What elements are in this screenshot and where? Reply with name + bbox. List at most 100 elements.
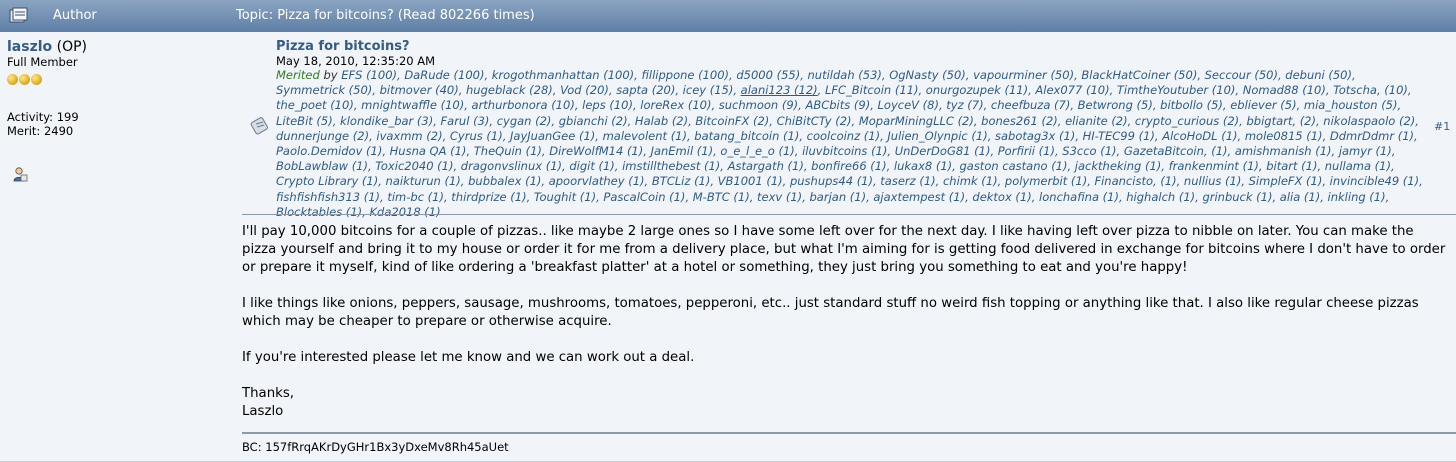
merit-user-link[interactable]: leps (10) (582, 98, 633, 112)
merit-user-link[interactable]: BTCLiz (1) (652, 174, 711, 188)
merit-user-link[interactable]: LoyceV (8) (878, 98, 939, 112)
merit-user-link[interactable]: Halab (2) (635, 114, 688, 128)
merit-user-link[interactable]: GazetaBitcoin (1124, 144, 1204, 158)
merit-user-link[interactable]: SimpleFX (1) (1249, 174, 1323, 188)
merit-user-link[interactable]: elianite (2) (1065, 114, 1128, 128)
merit-user-link[interactable]: DdmrDdmr (1) (1330, 129, 1414, 143)
merit-user-link[interactable]: lukax8 (1) (894, 159, 952, 173)
merit-user-link[interactable]: arthurbonora (10) (472, 98, 575, 112)
merit-user-link[interactable]: grinbuck (1) (1202, 190, 1272, 204)
merit-user-link[interactable]: cheefbuza (7) (991, 98, 1070, 112)
merit-user-link[interactable]: EFS (100) (341, 68, 397, 82)
merit-user-link[interactable]: nikolaspaolo (2) (1323, 114, 1415, 128)
merit-user-link[interactable]: (2) (1300, 114, 1316, 128)
merit-user-link[interactable]: invincible49 (1) (1330, 174, 1419, 188)
merit-user-link[interactable]: ajaxtempest (1) (873, 190, 965, 204)
merit-user-link[interactable]: bitbollo (5) (1160, 98, 1223, 112)
user-profile-icon[interactable] (12, 166, 28, 182)
merit-user-link[interactable]: LiteBit (5) (276, 114, 333, 128)
merit-user-link[interactable]: suchmoon (9) (719, 98, 798, 112)
merit-user-link[interactable]: Porfirii (1) (998, 144, 1055, 158)
merit-user-link[interactable]: dragonvslinux (1) (461, 159, 562, 173)
merit-user-link[interactable]: iluvbitcoins (1) (802, 144, 887, 158)
merit-user-link[interactable]: AlcoHoDL (1) (1162, 129, 1237, 143)
merit-user-link[interactable]: naikturun (1) (386, 174, 461, 188)
merit-user-link[interactable]: TheQuin (1) (474, 144, 542, 158)
merit-user-link[interactable]: the_poet (10) (276, 98, 354, 112)
merit-user-link[interactable]: alani123 (12) (741, 83, 818, 97)
merit-user-link[interactable]: mia_houston (5) (1304, 98, 1398, 112)
merit-user-link[interactable]: Alex077 (10) (1035, 83, 1109, 97)
merit-user-link[interactable]: polymerbit (1) (1005, 174, 1087, 188)
merit-user-link[interactable]: LFC_Bitcoin (11) (825, 83, 919, 97)
merit-user-link[interactable]: fillippone (100) (641, 68, 729, 82)
merit-user-link[interactable]: bitmover (40) (380, 83, 459, 97)
merit-user-link[interactable]: JayJuanGee (1) (510, 129, 595, 143)
poster-name-link[interactable]: laszlo (7, 39, 52, 55)
merit-user-link[interactable]: loreRex (10) (640, 98, 711, 112)
merit-user-link[interactable]: sapta (20) (616, 83, 675, 97)
merit-user-link[interactable]: JanEmil (1) (651, 144, 714, 158)
merit-user-link[interactable]: klondike_bar (3) (340, 114, 433, 128)
merit-user-link[interactable]: DaRude (100) (404, 68, 484, 82)
merit-user-link[interactable]: Financisto (1095, 174, 1154, 188)
merit-user-link[interactable]: BobLawblaw (1) (276, 159, 368, 173)
merit-user-link[interactable]: digit (1) (569, 159, 614, 173)
post-number-link[interactable]: #1 (1434, 120, 1450, 133)
merit-user-link[interactable]: dunnerjunge (2) (276, 129, 369, 143)
merit-user-link[interactable]: crypto_curious (2) (1135, 114, 1239, 128)
merit-user-link[interactable]: PascalCoin (1) (603, 190, 685, 204)
merit-user-link[interactable]: VB1001 (1) (718, 174, 783, 188)
merit-user-link[interactable]: ABCbits (9) (805, 98, 870, 112)
merit-user-link[interactable]: pushups44 (1) (790, 174, 873, 188)
merit-user-link[interactable]: ebliever (5) (1230, 98, 1296, 112)
post-title[interactable]: Pizza for bitcoins? (276, 39, 410, 54)
merit-user-link[interactable]: S3cco (1) (1062, 144, 1116, 158)
merit-user-link[interactable]: bitart (1) (1266, 159, 1317, 173)
merit-user-link[interactable]: bbigtart (1246, 114, 1292, 128)
merit-user-link[interactable]: mnightwaffle (10) (361, 98, 464, 112)
merit-user-link[interactable]: Betwrong (5) (1078, 98, 1153, 112)
merit-user-link[interactable]: Husna QA (1) (390, 144, 467, 158)
merit-user-link[interactable]: Julien_Olynpic (1) (887, 129, 987, 143)
merited-label[interactable]: Merited (276, 68, 320, 82)
merit-user-link[interactable]: gbianchi (2) (559, 114, 628, 128)
merit-user-link[interactable]: Crypto Library (1) (276, 174, 378, 188)
merit-user-link[interactable]: highalch (1) (1126, 190, 1195, 204)
merit-user-link[interactable]: mole0815 (1) (1245, 129, 1323, 143)
merit-user-link[interactable]: nullius (1) (1184, 174, 1241, 188)
merit-user-link[interactable]: M-BTC (1) (693, 190, 750, 204)
merit-user-link[interactable]: thirdprize (1) (451, 190, 526, 204)
merit-user-link[interactable]: amishmanish (1) (1235, 144, 1332, 158)
merit-user-link[interactable]: taserz (1) (880, 174, 935, 188)
merit-user-link[interactable]: batang_bitcoin (1) (694, 129, 799, 143)
merit-user-link[interactable]: BlackHatCoiner (50) (1081, 68, 1197, 82)
merit-user-link[interactable]: fishfishfish313 (1) (276, 190, 380, 204)
merit-user-link[interactable]: TimtheYoutuber (10) (1117, 83, 1236, 97)
merit-user-link[interactable]: o_e_l_e_o (1) (720, 144, 794, 158)
merit-user-link[interactable]: nullama (1) (1325, 159, 1391, 173)
merit-user-link[interactable]: (1) (1160, 174, 1176, 188)
merit-user-link[interactable]: sabotag3x (1) (995, 129, 1075, 143)
merit-user-link[interactable]: imstillthebest (1) (622, 159, 720, 173)
merit-user-link[interactable]: Kda2018 (1) (369, 205, 440, 219)
merit-user-link[interactable]: chimk (1) (943, 174, 998, 188)
merit-user-link[interactable]: bonfire66 (1) (811, 159, 886, 173)
merit-user-link[interactable]: gaston castano (1) (959, 159, 1067, 173)
merit-user-link[interactable]: hugeblack (28) (466, 83, 553, 97)
merit-user-link[interactable]: OgNasty (50) (889, 68, 966, 82)
merit-user-link[interactable]: dektox (1) (972, 190, 1031, 204)
merit-user-link[interactable]: texv (1) (757, 190, 802, 204)
merit-user-link[interactable]: DireWolfM14 (1) (549, 144, 643, 158)
merit-user-link[interactable]: BitcoinFX (2) (695, 114, 769, 128)
merit-user-link[interactable]: krogothmanhattan (100) (492, 68, 634, 82)
merit-user-link[interactable]: Farul (3) (441, 114, 490, 128)
merit-user-link[interactable]: jamyr (1) (1339, 144, 1392, 158)
merit-user-link[interactable]: (1) (1211, 144, 1227, 158)
merit-user-link[interactable]: lonchafina (1) (1039, 190, 1119, 204)
merit-user-link[interactable]: UnDerDoG81 (1) (895, 144, 991, 158)
merit-user-link[interactable]: tyz (7) (946, 98, 983, 112)
merit-user-link[interactable]: Toughit (1) (534, 190, 596, 204)
merit-user-link[interactable]: coolcoinz (1) (807, 129, 880, 143)
merit-user-link[interactable]: apoorvlathey (1) (549, 174, 645, 188)
